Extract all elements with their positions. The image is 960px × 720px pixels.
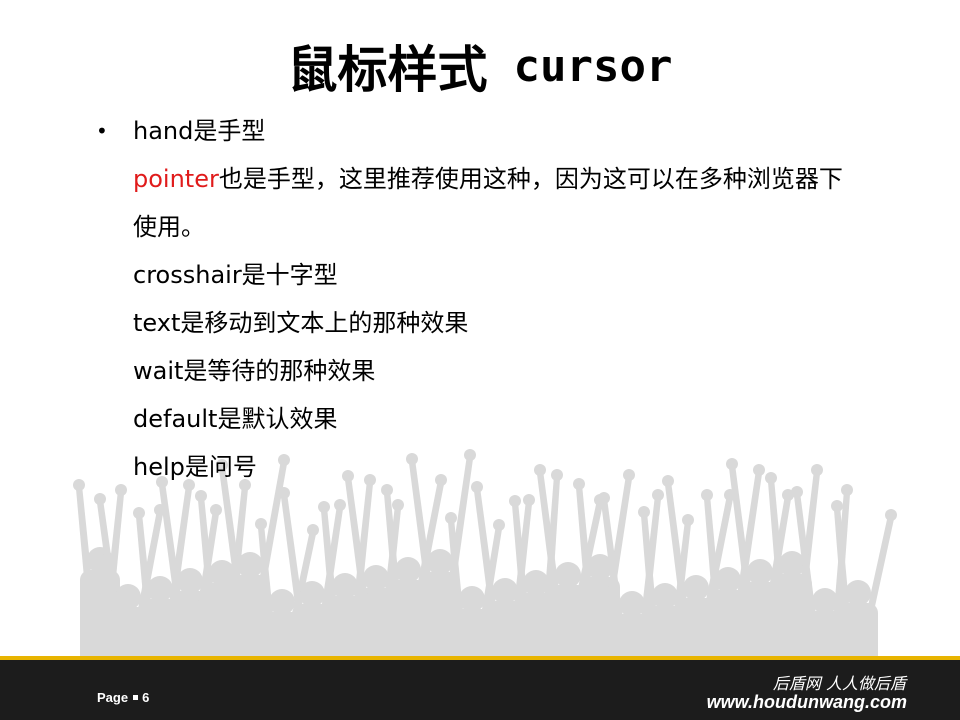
content-body: • hand是手型 pointer也是手型，这里推荐使用这种，因为这可以在多种浏览…	[96, 107, 946, 491]
line-text: help是问号	[133, 453, 257, 481]
line-text-cursor: text是移动到文本上的那种效果	[96, 299, 946, 347]
line-text: default是默认效果	[133, 405, 338, 433]
page-number: 6	[142, 690, 150, 705]
footer-website: www.houdunwang.com	[706, 692, 907, 712]
bullet-line-hand: • hand是手型	[96, 107, 946, 155]
line-crosshair: crosshair是十字型	[96, 251, 946, 299]
line-text: 也是手型，这里推荐使用这种，因为这可以在多种浏览器下	[218, 165, 843, 193]
line-pointer: pointer也是手型，这里推荐使用这种，因为这可以在多种浏览器下	[96, 155, 946, 203]
line-text: hand是手型	[133, 117, 266, 145]
bullet-icon: •	[96, 119, 108, 143]
page-label-text: Page	[97, 690, 129, 705]
pointer-keyword: pointer	[133, 165, 219, 193]
line-default: default是默认效果	[96, 395, 946, 443]
slide-title: 鼠标样式 cursor	[0, 30, 960, 102]
line-help: help是问号	[96, 443, 946, 491]
slide: 鼠标样式 cursor • hand是手型 pointer也是手型，这里推荐使用这种…	[0, 0, 960, 720]
line-text: crosshair是十字型	[133, 261, 338, 289]
line-text: 使用。	[133, 213, 205, 241]
square-bullet-icon	[133, 695, 139, 701]
title-english: cursor	[513, 40, 673, 92]
footer-slogan: 后盾网 人人做后盾	[772, 674, 906, 693]
line-wait: wait是等待的那种效果	[96, 347, 946, 395]
line-text: text是移动到文本上的那种效果	[133, 309, 469, 337]
line-pointer-cont: 使用。	[96, 203, 946, 251]
title-chinese: 鼠标样式	[287, 41, 488, 99]
page-indicator: Page 6	[97, 690, 149, 705]
line-text: wait是等待的那种效果	[133, 357, 376, 385]
